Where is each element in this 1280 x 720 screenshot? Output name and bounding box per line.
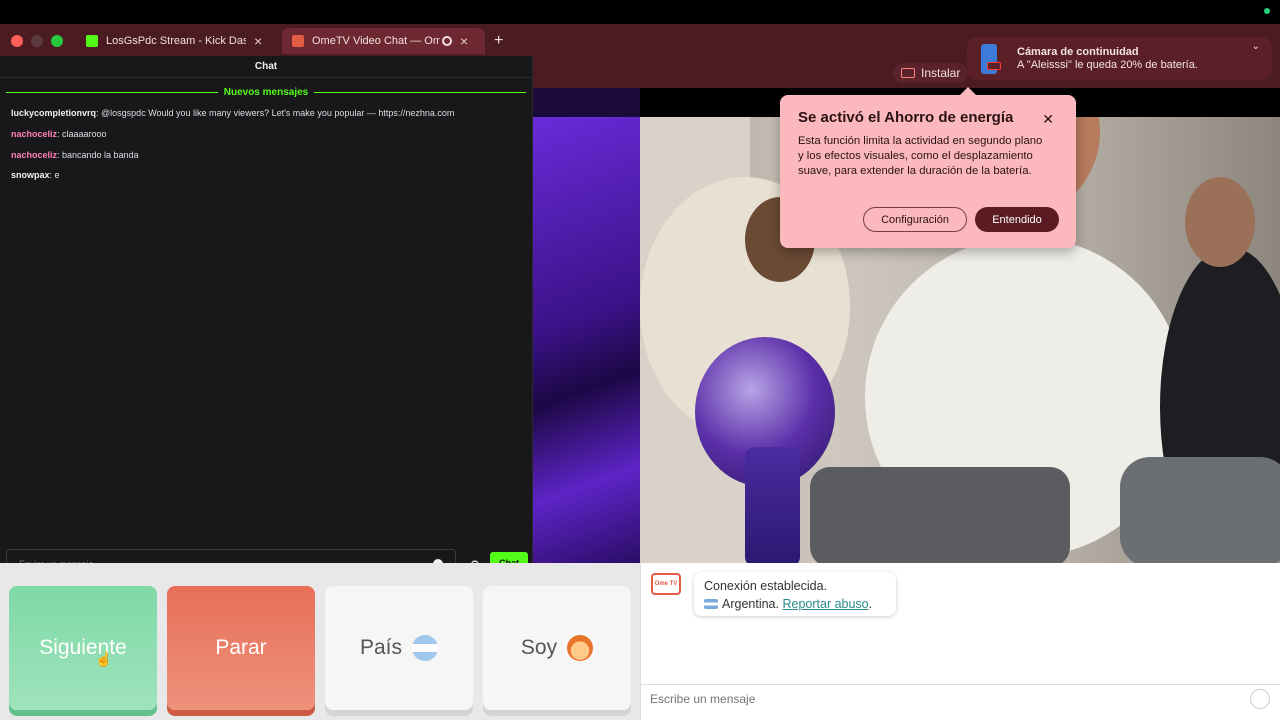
tab-label: OmeTV Video Chat — Ome bbox=[312, 35, 440, 47]
chat-username[interactable]: nachoceliz bbox=[11, 150, 57, 160]
chat-text: : e bbox=[49, 170, 60, 180]
chat-header: Chat bbox=[0, 56, 532, 78]
gender-button[interactable]: Soy bbox=[483, 586, 631, 710]
connection-status: Conexión establecida. bbox=[704, 579, 827, 593]
stream-thumbnail bbox=[533, 117, 640, 563]
chat-text: : claaaarooo bbox=[57, 129, 107, 139]
got-it-button[interactable]: Entendido bbox=[975, 207, 1059, 232]
minimize-window-button[interactable] bbox=[31, 35, 43, 47]
country-button[interactable]: País bbox=[325, 586, 473, 710]
smiley-icon[interactable] bbox=[1250, 688, 1270, 709]
next-label: Siguiente bbox=[39, 636, 127, 659]
energy-saver-popup: Se activó el Ahorro de energía ✕ Esta fu… bbox=[780, 87, 1076, 248]
chat-message: snowpax: e bbox=[11, 170, 60, 180]
close-window-button[interactable] bbox=[11, 35, 23, 47]
phone-battery-icon bbox=[981, 43, 1001, 74]
recording-icon bbox=[442, 36, 452, 46]
chat-message: nachoceliz: bancando la banda bbox=[11, 150, 139, 160]
status-dot bbox=[1264, 8, 1270, 14]
install-label: Instalar bbox=[921, 66, 961, 80]
country-label: País bbox=[359, 636, 403, 659]
kick-chat-panel: Chat Nuevos mensajes luckycompletionvrq:… bbox=[0, 56, 533, 586]
chat-text: : bancando la banda bbox=[57, 150, 139, 160]
hand-cursor-icon: ☝ bbox=[95, 651, 113, 667]
connection-status-bubble: Conexión establecida. Argentina. Reporta… bbox=[694, 572, 896, 616]
tab-label: LosGsPdc Stream - Kick Dash bbox=[106, 35, 246, 47]
tab-close-icon[interactable]: × bbox=[254, 33, 262, 49]
report-suffix: . bbox=[868, 597, 873, 611]
chair bbox=[810, 467, 1070, 563]
notification-body: A "Aleisssi" le queda 20% de batería. bbox=[1017, 58, 1198, 71]
close-icon[interactable]: ✕ bbox=[1042, 111, 1054, 128]
report-abuse-link[interactable]: Reportar abuso bbox=[782, 597, 868, 611]
ometv-favicon-icon bbox=[292, 35, 304, 47]
tab-ometv[interactable]: OmeTV Video Chat — Ome × bbox=[282, 28, 485, 54]
boy-icon bbox=[567, 635, 594, 661]
message-input[interactable] bbox=[650, 691, 1250, 706]
new-messages-label: Nuevos mensajes bbox=[223, 87, 309, 98]
message-bar bbox=[640, 684, 1280, 712]
gender-label: Soy bbox=[520, 636, 558, 659]
energy-saver-body: Esta función limita la actividad en segu… bbox=[798, 135, 1043, 177]
menu-bar bbox=[0, 0, 1280, 24]
maximize-window-button[interactable] bbox=[51, 35, 63, 47]
continuity-camera-notification[interactable]: Cámara de continuidad A "Aleisssi" le qu… bbox=[967, 37, 1272, 80]
install-button[interactable]: Instalar bbox=[893, 63, 969, 83]
kick-favicon-icon bbox=[86, 35, 98, 47]
tab-kick[interactable]: LosGsPdc Stream - Kick Dash × bbox=[76, 28, 276, 54]
country-name: Argentina. bbox=[722, 597, 779, 611]
argentina-flag-icon bbox=[412, 635, 439, 661]
chat-message: luckycompletionvrq: @losgspdc Would you … bbox=[11, 108, 454, 118]
install-icon bbox=[901, 68, 915, 78]
stop-button[interactable]: Parar bbox=[167, 586, 315, 710]
new-tab-button[interactable]: + bbox=[494, 32, 503, 50]
stop-label: Parar bbox=[215, 636, 267, 659]
chat-username[interactable]: nachoceliz bbox=[11, 129, 57, 139]
chat-username[interactable]: snowpax bbox=[11, 170, 50, 180]
chat-message: nachoceliz: claaaarooo bbox=[11, 129, 107, 139]
argentina-flag-icon bbox=[704, 599, 718, 609]
tab-close-icon[interactable]: × bbox=[460, 33, 468, 49]
next-button[interactable]: Siguiente bbox=[9, 586, 157, 710]
ometv-logo: Ome TV bbox=[651, 573, 681, 595]
notification-title: Cámara de continuidad bbox=[1017, 45, 1139, 58]
energy-saver-title: Se activó el Ahorro de energía bbox=[798, 109, 1014, 126]
new-messages-divider: Nuevos mensajes bbox=[6, 87, 526, 98]
chevron-down-icon[interactable]: ⌄ bbox=[1252, 41, 1260, 52]
chat-text: : @losgspdc Would you like many viewers?… bbox=[96, 108, 455, 118]
chat-username[interactable]: luckycompletionvrq bbox=[11, 108, 96, 118]
settings-button[interactable]: Configuración bbox=[863, 207, 967, 232]
